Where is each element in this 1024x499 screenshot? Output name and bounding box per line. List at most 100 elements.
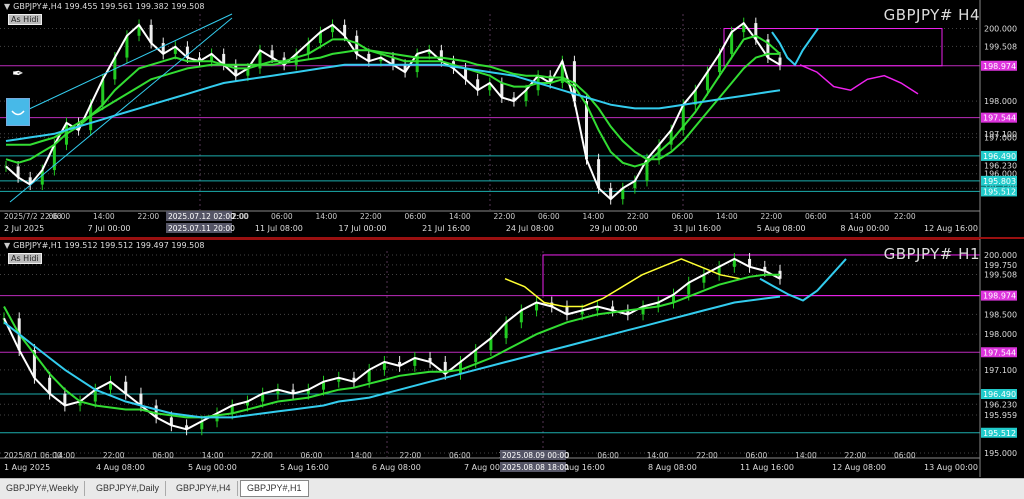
chart-h1-title: GBPJPY# H1	[883, 245, 980, 263]
x-small-label: 14:00	[716, 212, 738, 221]
chart-h4-plot[interactable]: 200.000199.508198.000197.100197.000196.2…	[0, 0, 1024, 238]
x-small-label: 22:00	[400, 451, 422, 460]
date-marker-label: 2025.07.11 20:00	[168, 224, 235, 233]
collapse-triangle-icon[interactable]: ▼	[4, 2, 10, 11]
price-tag-label: 196.490	[983, 152, 1016, 161]
x-tick-label: 5 Aug 00:00	[188, 463, 237, 472]
collapse-triangle-icon[interactable]: ▼	[4, 241, 10, 250]
chart-pane-h1[interactable]: 200.000 199.750 199.508 198.500 198.000 197.1…	[0, 239, 1024, 477]
chart-tab-0[interactable]: GBPJPY#,Weekly	[0, 481, 86, 496]
x-small-label: 22:00	[894, 212, 916, 221]
series-line-3	[5, 63, 781, 142]
series-line-2	[3, 273, 780, 419]
chart-h4-title: GBPJPY# H4	[883, 6, 980, 24]
x-small-label: 14:00	[316, 212, 338, 221]
smile-tool-icon[interactable]	[6, 98, 30, 126]
x-tick-label: 21 Jul 16:00	[422, 224, 470, 233]
x-tick-label: 13 Aug 00:00	[924, 463, 978, 472]
y-tick-label: 199.750	[984, 261, 1017, 270]
y-tick-label: 197.000	[984, 133, 1017, 142]
x-small-label: 14:00	[449, 212, 471, 221]
x-small-label: 06:00	[597, 451, 619, 460]
chart-h1-header: ▼ GBPJPY#,H1 199.512 199.512 199.497 199.…	[4, 241, 204, 250]
x-tick-label: 1 Aug 2025	[4, 463, 50, 472]
x-small-label: 22:00	[627, 212, 649, 221]
x-small-label: 22:00	[103, 451, 125, 460]
y-tick-label: 198.000	[984, 97, 1017, 106]
chart-pane-h4[interactable]: 200.000 199.508 198.000 197.100 197.000 196.2…	[0, 0, 1024, 238]
x-small-label: 06:00	[538, 212, 560, 221]
x-tick-label: 24 Jul 08:00	[506, 224, 554, 233]
x-tick-label: 8 Aug 00:00	[840, 224, 889, 233]
x-small-label: 06:00	[449, 451, 471, 460]
y-tick-label: 198.500	[984, 310, 1017, 319]
as-hide-button-h1[interactable]: As Hidi	[8, 253, 42, 264]
x-tick-label: 29 Jul 00:00	[589, 224, 637, 233]
price-tag-label: 195.512	[983, 429, 1016, 438]
chart-h1-plot[interactable]: 200.000199.750199.508 198.500 198.000 197.1…	[0, 239, 1024, 477]
x-small-label: 14:00	[93, 212, 115, 221]
date-marker-label: 2025.08.08 18:00	[502, 463, 569, 472]
chart-h1-header-text: GBPJPY#,H1 199.512 199.512 199.497 199.5…	[13, 241, 205, 250]
x-tick-label: 7 Jul 00:00	[88, 224, 131, 233]
x-tick-label: 11 Aug 16:00	[740, 463, 794, 472]
y-tick-label: 198.000	[984, 330, 1017, 339]
series-line-5	[799, 64, 919, 95]
chart-h4-header-text: GBPJPY#,H4 199.455 199.561 199.382 199.5…	[13, 2, 205, 11]
chart-h4-header: ▼ GBPJPY#,H4 199.455 199.561 199.382 199.…	[4, 2, 204, 11]
x-small-label: 06:00	[894, 451, 916, 460]
price-tag-label: 197.544	[983, 114, 1016, 123]
y-tick-label: 200.000	[984, 251, 1017, 260]
as-hide-button-h4[interactable]: As Hidi	[8, 14, 42, 25]
x-tick-label: 5 Aug 08:00	[757, 224, 806, 233]
x-small-label: 14:00	[583, 212, 605, 221]
x-tick-label: 6 Aug 08:00	[372, 463, 421, 472]
y-tick-label: 199.508	[984, 42, 1017, 51]
x-tick-label: 12 Aug 08:00	[832, 463, 886, 472]
y-tick-label: 199.508	[984, 270, 1017, 279]
chart-tab-2[interactable]: GBPJPY#,H4	[170, 481, 238, 496]
x-small-label: 22:00	[360, 212, 382, 221]
series-line-0	[3, 257, 781, 431]
x-tick-label: 11 Jul 08:00	[255, 224, 303, 233]
x-small-label: 06:00	[405, 212, 427, 221]
date-marker-label: 2025.07.12 02:00	[168, 212, 235, 221]
x-small-label: 22:00	[761, 212, 783, 221]
y-tick-label: 195.000	[984, 449, 1017, 458]
chart-tab-1[interactable]: GBPJPY#,Daily	[90, 481, 167, 496]
x-small-label: 14:00	[647, 451, 669, 460]
series-line-0	[5, 21, 781, 201]
x-small-label: 14:00	[350, 451, 372, 460]
x-small-label: 22:00	[696, 451, 718, 460]
x-small-label: 14:00	[850, 212, 872, 221]
x-small-label: 06:00	[746, 451, 768, 460]
x-small-label: 14:00	[202, 451, 224, 460]
chart-tab-3[interactable]: GBPJPY#,H1	[240, 480, 309, 497]
x-small-label: 14:00	[795, 451, 817, 460]
x-tick-label: 8 Aug 08:00	[648, 463, 697, 472]
pen-nib-icon[interactable]: ✒	[12, 66, 28, 84]
price-tag-label: 198.974	[983, 292, 1016, 301]
price-tag-label: 195.512	[983, 187, 1016, 196]
y-tick-label: 200.000	[984, 25, 1017, 34]
x-small-label: 06:00	[805, 212, 827, 221]
price-tag-label: 196.490	[983, 390, 1016, 399]
x-tick-label: 2 Jul 2025	[4, 224, 44, 233]
x-small-label: 06:00	[152, 451, 174, 460]
x-tick-label: 4 Aug 08:00	[96, 463, 145, 472]
x-tick-label: 17 Jul 00:00	[339, 224, 387, 233]
x-tick-label: 31 Jul 16:00	[673, 224, 721, 233]
series-line-1	[504, 258, 741, 308]
y-tick-label: 197.100	[984, 366, 1017, 375]
x-small-label: 14:00	[53, 451, 75, 460]
x-tick-label: 5 Aug 16:00	[280, 463, 329, 472]
x-small-label: 22:00	[494, 212, 516, 221]
price-tag-label: 197.544	[983, 348, 1016, 357]
y-tick-label: 196.230	[984, 400, 1017, 409]
x-tick-label: 12 Aug 16:00	[924, 224, 978, 233]
price-tag-label: 198.974	[983, 62, 1016, 71]
x-small-label: 22:00	[845, 451, 867, 460]
price-tag-label: 195.803	[983, 177, 1016, 186]
x-small-label: 22:00	[251, 451, 273, 460]
x-small-label: 06:00	[672, 212, 694, 221]
